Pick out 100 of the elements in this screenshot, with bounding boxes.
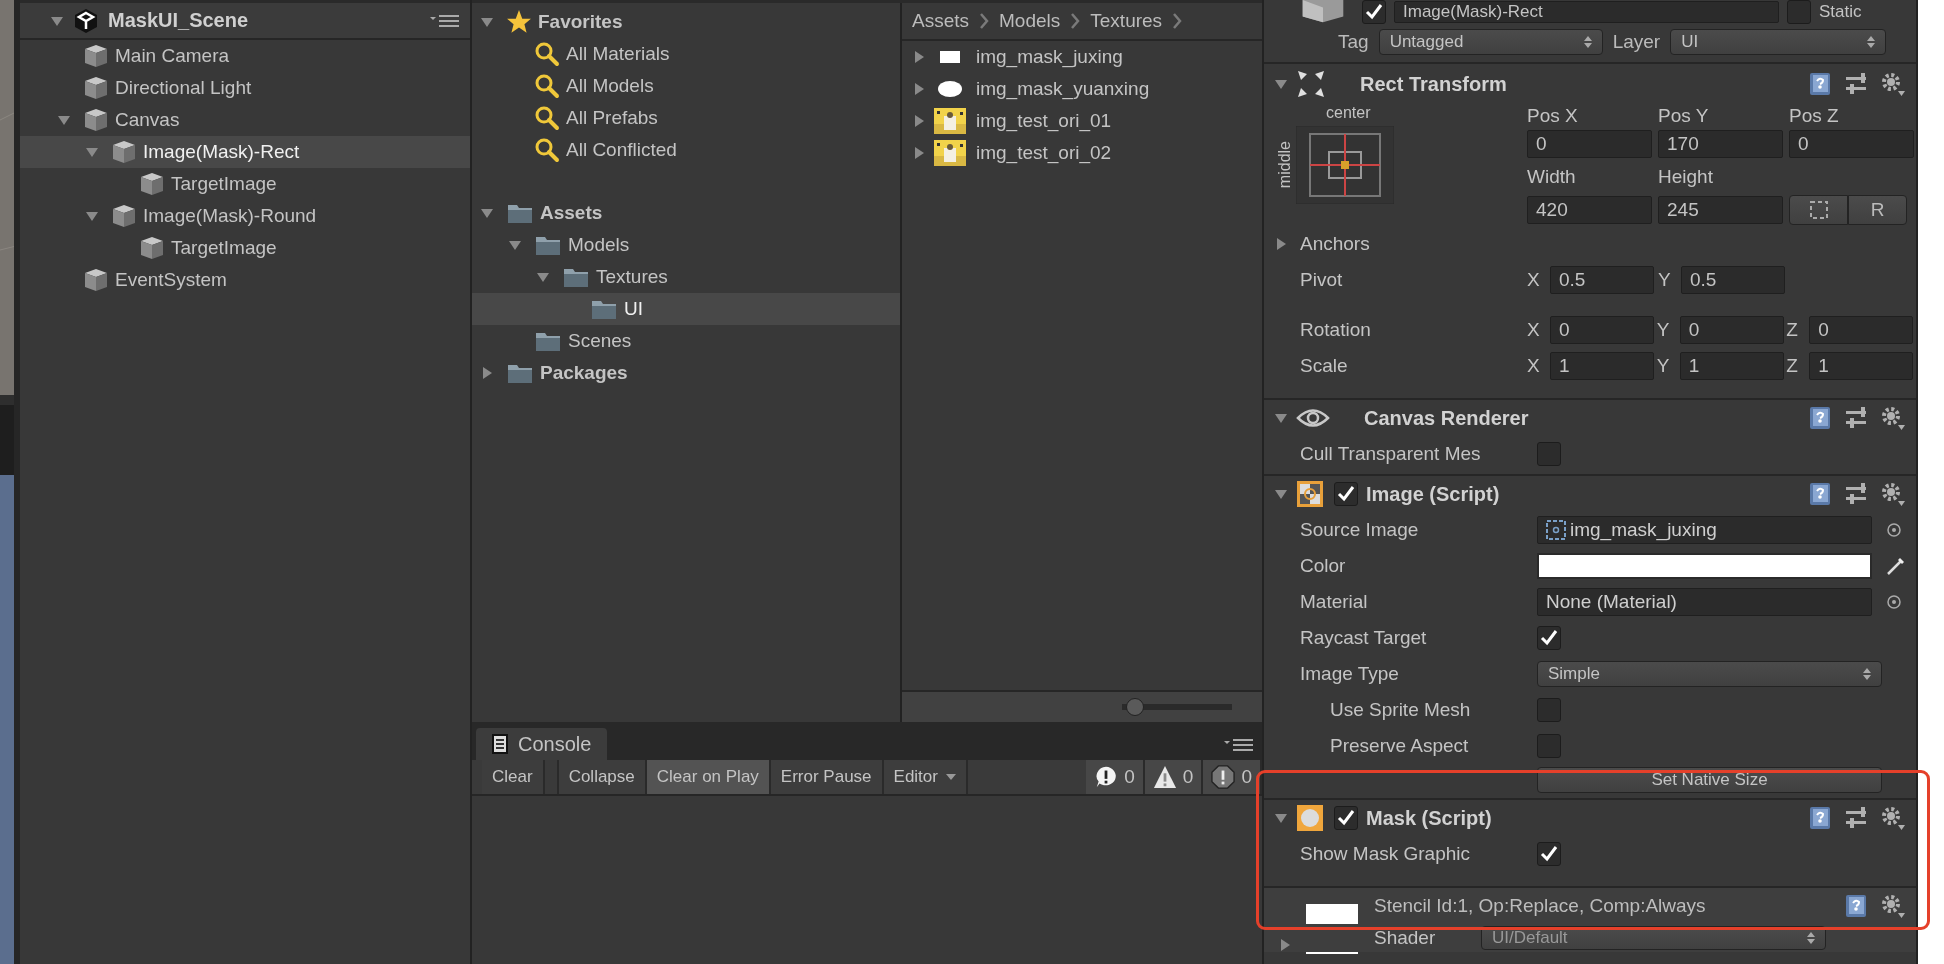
- number-field[interactable]: 420: [1527, 196, 1652, 224]
- settings-icon[interactable]: [1880, 71, 1906, 97]
- expand-arrow-icon[interactable]: [480, 206, 494, 220]
- expand-arrow-icon[interactable]: [912, 82, 926, 96]
- hierarchy-item[interactable]: Directional Light: [20, 72, 470, 104]
- menu-icon[interactable]: [430, 13, 460, 28]
- hierarchy-item[interactable]: Canvas: [20, 104, 470, 136]
- expand-arrow-icon[interactable]: [912, 50, 926, 64]
- number-field[interactable]: 0.5: [1550, 266, 1654, 294]
- number-field[interactable]: 0: [1809, 316, 1914, 344]
- expand-arrow-icon[interactable]: [85, 145, 99, 159]
- expand-arrow-icon[interactable]: [57, 113, 71, 127]
- hierarchy-item[interactable]: TargetImage: [20, 168, 470, 200]
- number-field[interactable]: 0.5: [1681, 266, 1785, 294]
- collapse-arrow-icon[interactable]: [1274, 811, 1288, 825]
- number-field[interactable]: 0: [1550, 316, 1654, 344]
- expand-arrow-icon[interactable]: [508, 238, 522, 252]
- number-field[interactable]: 1: [1809, 352, 1914, 380]
- anchor-preset-button[interactable]: [1296, 126, 1394, 204]
- breadcrumb-item[interactable]: Assets: [912, 10, 970, 32]
- counter-button[interactable]: 0: [1144, 760, 1204, 794]
- tag-dropdown[interactable]: Untagged: [1378, 29, 1603, 55]
- number-field[interactable]: 1: [1550, 352, 1654, 380]
- checkbox[interactable]: [1787, 0, 1811, 24]
- hierarchy-item[interactable]: Image(Mask)-Round: [20, 200, 470, 232]
- asset-item[interactable]: img_test_ori_02: [912, 137, 1262, 169]
- tree-item[interactable]: All Materials: [472, 38, 900, 70]
- tree-item[interactable]: Packages: [472, 357, 900, 389]
- breadcrumb-item[interactable]: Models: [999, 10, 1061, 32]
- collapse-arrow-icon[interactable]: [1274, 77, 1288, 91]
- hierarchy-item[interactable]: EventSystem: [20, 264, 470, 296]
- hierarchy-item[interactable]: Main Camera: [20, 40, 470, 72]
- checkbox[interactable]: [1334, 482, 1358, 506]
- name-field[interactable]: Image(Mask)-Rect: [1394, 1, 1779, 23]
- checkbox[interactable]: [1537, 842, 1561, 866]
- number-field[interactable]: 0: [1789, 130, 1914, 158]
- number-field[interactable]: 245: [1658, 196, 1783, 224]
- expand-arrow-icon[interactable]: [85, 209, 99, 223]
- expand-arrow-icon[interactable]: [912, 146, 926, 160]
- slider-thumb[interactable]: [1125, 698, 1144, 716]
- expand-arrow-icon[interactable]: [912, 114, 926, 128]
- tree-item[interactable]: Favorites: [472, 6, 900, 38]
- sliders-icon[interactable]: [1844, 72, 1868, 96]
- hierarchy-item[interactable]: TargetImage: [20, 232, 470, 264]
- sliders-icon[interactable]: [1844, 806, 1868, 830]
- tree-item[interactable]: Textures: [472, 261, 900, 293]
- help-icon[interactable]: [1808, 405, 1832, 431]
- console-tab[interactable]: Console: [476, 728, 608, 760]
- sliders-icon[interactable]: [1844, 482, 1868, 506]
- number-field[interactable]: 0: [1527, 130, 1652, 158]
- settings-icon[interactable]: [1880, 405, 1906, 431]
- number-field[interactable]: 170: [1658, 130, 1783, 158]
- tree-item[interactable]: All Models: [472, 70, 900, 102]
- tree-item[interactable]: Scenes: [472, 325, 900, 357]
- set-native-size-button[interactable]: Set Native Size: [1537, 767, 1882, 793]
- number-field[interactable]: 0: [1679, 316, 1784, 344]
- expand-arrow-icon[interactable]: [1278, 938, 1292, 952]
- asset-item[interactable]: img_mask_yuanxing: [912, 73, 1262, 105]
- tree-item[interactable]: All Prefabs: [472, 102, 900, 134]
- asset-item[interactable]: img_mask_juxing: [912, 41, 1262, 73]
- counter-button[interactable]: 0: [1086, 760, 1145, 794]
- expand-arrow-icon[interactable]: [536, 270, 550, 284]
- checkbox[interactable]: [1537, 442, 1561, 466]
- expand-arrow-icon[interactable]: [1274, 237, 1288, 251]
- checkbox[interactable]: [1537, 734, 1561, 758]
- tree-item[interactable]: Assets: [472, 197, 900, 229]
- raw-edit-button[interactable]: R: [1848, 195, 1907, 225]
- target-icon[interactable]: [1886, 522, 1902, 538]
- target-icon[interactable]: [1886, 594, 1902, 610]
- dropdown[interactable]: Simple: [1537, 661, 1882, 687]
- asset-item[interactable]: img_test_ori_01: [912, 105, 1262, 137]
- toolbar-button[interactable]: Clear on Play: [646, 760, 771, 794]
- tree-item[interactable]: All Conflicted: [472, 134, 900, 166]
- breadcrumb-item[interactable]: Textures: [1090, 10, 1163, 32]
- toolbar-button[interactable]: Collapse: [556, 760, 647, 794]
- help-icon[interactable]: [1808, 805, 1832, 831]
- sliders-icon[interactable]: [1844, 406, 1868, 430]
- menu-icon[interactable]: [1224, 738, 1254, 752]
- layer-dropdown[interactable]: UI: [1670, 29, 1887, 55]
- checkbox[interactable]: [1362, 0, 1386, 24]
- settings-icon[interactable]: [1880, 893, 1906, 919]
- object-field[interactable]: img_mask_juxing: [1537, 516, 1872, 544]
- object-field[interactable]: None (Material): [1537, 588, 1872, 616]
- number-field[interactable]: 1: [1679, 352, 1784, 380]
- expand-arrow-icon[interactable]: [480, 15, 494, 29]
- eyedropper-icon[interactable]: [1886, 556, 1906, 576]
- checkbox[interactable]: [1537, 626, 1561, 650]
- checkbox[interactable]: [1334, 806, 1358, 830]
- blueprint-mode-button[interactable]: [1789, 195, 1848, 225]
- help-icon[interactable]: [1844, 893, 1868, 919]
- counter-button[interactable]: 0: [1203, 760, 1262, 794]
- tree-item[interactable]: Models: [472, 229, 900, 261]
- hierarchy-item[interactable]: Image(Mask)-Rect: [20, 136, 470, 168]
- collapse-arrow-icon[interactable]: [1274, 487, 1288, 501]
- checkbox[interactable]: [1537, 698, 1561, 722]
- help-icon[interactable]: [1808, 71, 1832, 97]
- color-field[interactable]: [1537, 553, 1872, 579]
- collapse-arrow-icon[interactable]: [1274, 411, 1288, 425]
- help-icon[interactable]: [1808, 481, 1832, 507]
- tree-item[interactable]: UI: [472, 293, 900, 325]
